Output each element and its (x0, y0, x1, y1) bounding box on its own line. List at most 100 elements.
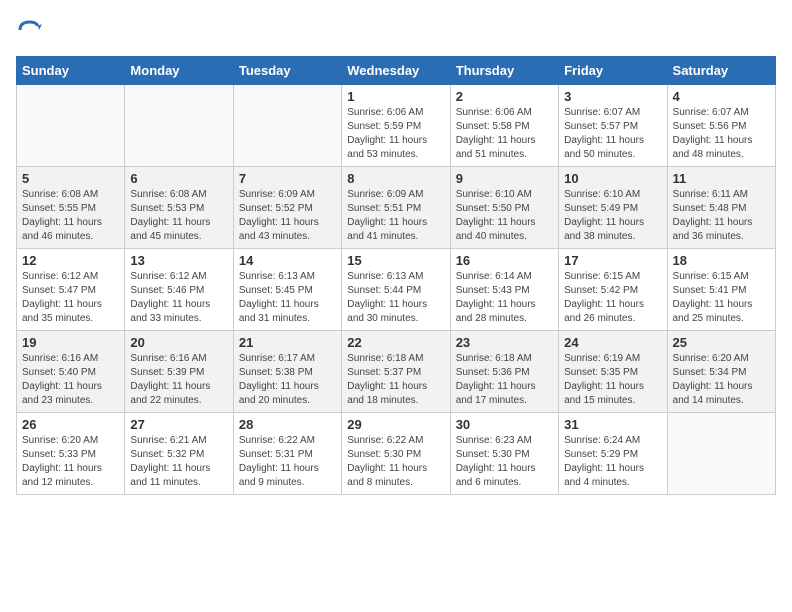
calendar-week-row: 26 Sunrise: 6:20 AMSunset: 5:33 PMDayligh… (17, 413, 776, 495)
day-info: Sunrise: 6:06 AMSunset: 5:59 PMDaylight:… (347, 106, 444, 162)
calendar-cell: 12 Sunrise: 6:12 AMSunset: 5:47 PMDayligh… (17, 249, 125, 331)
calendar-week-row: 19 Sunrise: 6:16 AMSunset: 5:40 PMDayligh… (17, 331, 776, 413)
calendar-cell: 18Sunrise: 6:15 AMSunset: 5:41 PMDayligh… (667, 249, 775, 331)
logo (16, 16, 48, 44)
day-info: Sunrise: 6:08 AMSunset: 5:55 PMDaylight:… (22, 188, 119, 244)
calendar-cell: 27 Sunrise: 6:21 AMSunset: 5:32 PMDayligh… (125, 413, 233, 495)
calendar-cell: 13Sunrise: 6:12 AMSunset: 5:46 PMDayligh… (125, 249, 233, 331)
day-number: 3 (564, 89, 661, 104)
day-header-monday: Monday (125, 57, 233, 85)
day-info: Sunrise: 6:16 AMSunset: 5:40 PMDaylight:… (22, 352, 119, 408)
calendar-cell: 4 Sunrise: 6:07 AMSunset: 5:56 PMDaylight… (667, 85, 775, 167)
day-info: Sunrise: 6:06 AMSunset: 5:58 PMDaylight:… (456, 106, 553, 162)
calendar-cell: 29 Sunrise: 6:22 AMSunset: 5:30 PMDayligh… (342, 413, 450, 495)
day-info: Sunrise: 6:09 AMSunset: 5:52 PMDaylight:… (239, 188, 336, 244)
day-info: Sunrise: 6:24 AMSunset: 5:29 PMDaylight:… (564, 434, 661, 490)
day-info: Sunrise: 6:18 AMSunset: 5:37 PMDaylight:… (347, 352, 444, 408)
day-info: Sunrise: 6:09 AMSunset: 5:51 PMDaylight:… (347, 188, 444, 244)
day-info: Sunrise: 6:10 AMSunset: 5:50 PMDaylight:… (456, 188, 553, 244)
calendar-cell: 6 Sunrise: 6:08 AMSunset: 5:53 PMDaylight… (125, 167, 233, 249)
day-header-saturday: Saturday (667, 57, 775, 85)
day-info: Sunrise: 6:22 AMSunset: 5:31 PMDaylight:… (239, 434, 336, 490)
calendar-cell: 1 Sunrise: 6:06 AMSunset: 5:59 PMDaylight… (342, 85, 450, 167)
day-number: 23 (456, 335, 553, 350)
day-number: 24 (564, 335, 661, 350)
day-number: 12 (22, 253, 119, 268)
day-header-friday: Friday (559, 57, 667, 85)
calendar-cell: 16Sunrise: 6:14 AMSunset: 5:43 PMDayligh… (450, 249, 558, 331)
calendar-cell: 25 Sunrise: 6:20 AMSunset: 5:34 PMDayligh… (667, 331, 775, 413)
calendar-cell: 3 Sunrise: 6:07 AMSunset: 5:57 PMDaylight… (559, 85, 667, 167)
day-number: 20 (130, 335, 227, 350)
calendar-cell: 8Sunrise: 6:09 AMSunset: 5:51 PMDaylight… (342, 167, 450, 249)
day-info: Sunrise: 6:13 AMSunset: 5:45 PMDaylight:… (239, 270, 336, 326)
calendar-cell (125, 85, 233, 167)
calendar-cell: 15Sunrise: 6:13 AMSunset: 5:44 PMDayligh… (342, 249, 450, 331)
day-number: 17 (564, 253, 661, 268)
calendar-cell: 20 Sunrise: 6:16 AMSunset: 5:39 PMDayligh… (125, 331, 233, 413)
day-number: 21 (239, 335, 336, 350)
calendar-cell (233, 85, 341, 167)
day-header-sunday: Sunday (17, 57, 125, 85)
day-number: 7 (239, 171, 336, 186)
day-info: Sunrise: 6:07 AMSunset: 5:57 PMDaylight:… (564, 106, 661, 162)
calendar-cell: 2 Sunrise: 6:06 AMSunset: 5:58 PMDaylight… (450, 85, 558, 167)
day-number: 15 (347, 253, 444, 268)
day-number: 6 (130, 171, 227, 186)
day-info: Sunrise: 6:10 AMSunset: 5:49 PMDaylight:… (564, 188, 661, 244)
calendar-cell: 17 Sunrise: 6:15 AMSunset: 5:42 PMDayligh… (559, 249, 667, 331)
day-header-wednesday: Wednesday (342, 57, 450, 85)
calendar-cell: 7 Sunrise: 6:09 AMSunset: 5:52 PMDaylight… (233, 167, 341, 249)
day-info: Sunrise: 6:08 AMSunset: 5:53 PMDaylight:… (130, 188, 227, 244)
day-number: 13 (130, 253, 227, 268)
day-number: 19 (22, 335, 119, 350)
day-number: 5 (22, 171, 119, 186)
day-info: Sunrise: 6:17 AMSunset: 5:38 PMDaylight:… (239, 352, 336, 408)
logo-icon (16, 16, 44, 44)
calendar-cell: 26 Sunrise: 6:20 AMSunset: 5:33 PMDayligh… (17, 413, 125, 495)
day-number: 1 (347, 89, 444, 104)
calendar-cell (667, 413, 775, 495)
day-header-thursday: Thursday (450, 57, 558, 85)
day-number: 28 (239, 417, 336, 432)
day-info: Sunrise: 6:15 AMSunset: 5:42 PMDaylight:… (564, 270, 661, 326)
day-info: Sunrise: 6:20 AMSunset: 5:34 PMDaylight:… (673, 352, 770, 408)
calendar-week-row: 12 Sunrise: 6:12 AMSunset: 5:47 PMDayligh… (17, 249, 776, 331)
day-number: 27 (130, 417, 227, 432)
day-info: Sunrise: 6:16 AMSunset: 5:39 PMDaylight:… (130, 352, 227, 408)
day-info: Sunrise: 6:21 AMSunset: 5:32 PMDaylight:… (130, 434, 227, 490)
calendar-cell: 21 Sunrise: 6:17 AMSunset: 5:38 PMDayligh… (233, 331, 341, 413)
calendar-table: SundayMondayTuesdayWednesdayThursdayFrid… (16, 56, 776, 495)
day-number: 11 (673, 171, 770, 186)
day-info: Sunrise: 6:19 AMSunset: 5:35 PMDaylight:… (564, 352, 661, 408)
day-info: Sunrise: 6:07 AMSunset: 5:56 PMDaylight:… (673, 106, 770, 162)
day-number: 2 (456, 89, 553, 104)
day-number: 4 (673, 89, 770, 104)
calendar-cell: 10 Sunrise: 6:10 AMSunset: 5:49 PMDayligh… (559, 167, 667, 249)
day-info: Sunrise: 6:20 AMSunset: 5:33 PMDaylight:… (22, 434, 119, 490)
calendar-cell: 19 Sunrise: 6:16 AMSunset: 5:40 PMDayligh… (17, 331, 125, 413)
calendar-cell (17, 85, 125, 167)
day-number: 14 (239, 253, 336, 268)
day-number: 25 (673, 335, 770, 350)
day-info: Sunrise: 6:22 AMSunset: 5:30 PMDaylight:… (347, 434, 444, 490)
page-header (16, 16, 776, 44)
calendar-cell: 9Sunrise: 6:10 AMSunset: 5:50 PMDaylight… (450, 167, 558, 249)
day-number: 26 (22, 417, 119, 432)
calendar-cell: 11Sunrise: 6:11 AMSunset: 5:48 PMDayligh… (667, 167, 775, 249)
calendar-cell: 14 Sunrise: 6:13 AMSunset: 5:45 PMDayligh… (233, 249, 341, 331)
day-header-tuesday: Tuesday (233, 57, 341, 85)
day-number: 29 (347, 417, 444, 432)
day-info: Sunrise: 6:12 AMSunset: 5:47 PMDaylight:… (22, 270, 119, 326)
day-number: 16 (456, 253, 553, 268)
day-number: 10 (564, 171, 661, 186)
calendar-week-row: 5 Sunrise: 6:08 AMSunset: 5:55 PMDaylight… (17, 167, 776, 249)
day-number: 30 (456, 417, 553, 432)
calendar-week-row: 1 Sunrise: 6:06 AMSunset: 5:59 PMDaylight… (17, 85, 776, 167)
day-number: 31 (564, 417, 661, 432)
calendar-cell: 28 Sunrise: 6:22 AMSunset: 5:31 PMDayligh… (233, 413, 341, 495)
calendar-cell: 31 Sunrise: 6:24 AMSunset: 5:29 PMDayligh… (559, 413, 667, 495)
day-info: Sunrise: 6:15 AMSunset: 5:41 PMDaylight:… (673, 270, 770, 326)
calendar-cell: 22Sunrise: 6:18 AMSunset: 5:37 PMDayligh… (342, 331, 450, 413)
calendar-cell: 23Sunrise: 6:18 AMSunset: 5:36 PMDayligh… (450, 331, 558, 413)
